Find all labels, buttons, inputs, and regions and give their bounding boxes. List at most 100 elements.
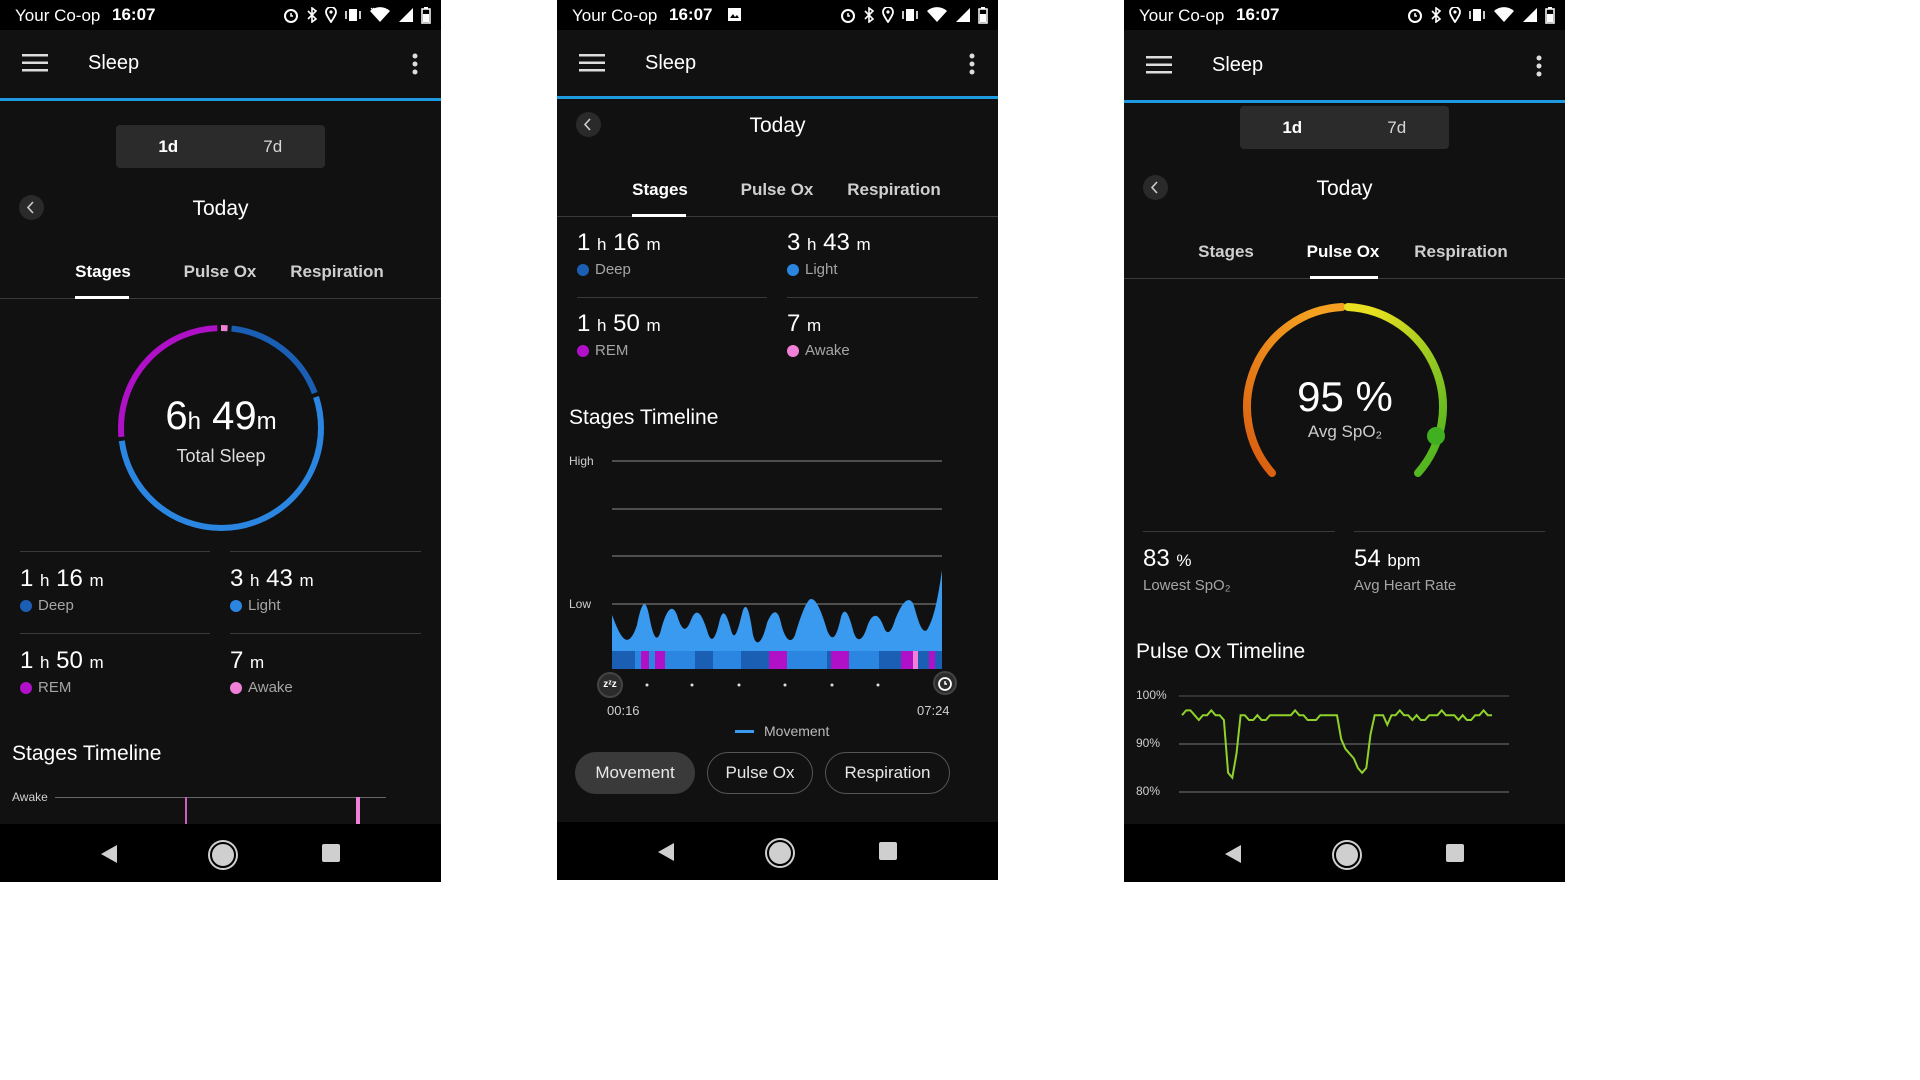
stat-light: 3 h 43 m Light <box>787 229 871 278</box>
heart-rate-unit: bpm <box>1387 551 1421 570</box>
timeline-tick <box>690 683 694 687</box>
timeline-start: 00:16 <box>607 703 640 718</box>
bluetooth-icon <box>307 7 318 23</box>
more-icon[interactable] <box>1535 54 1543 78</box>
light-minutes: 43 <box>266 565 293 592</box>
tab-respiration[interactable]: Respiration <box>839 180 949 200</box>
page-title: Sleep <box>1212 54 1264 76</box>
nav-recents-icon[interactable] <box>322 844 340 862</box>
stage-light-block <box>649 651 655 669</box>
vibrate-icon <box>345 9 361 21</box>
deep-hours: 1 <box>20 565 34 592</box>
nav-recents-icon[interactable] <box>1446 844 1464 862</box>
stat-rem: 1 h 50 m REM <box>577 310 661 359</box>
timeline-tick <box>876 683 880 687</box>
tab-respiration[interactable]: Respiration <box>282 262 392 282</box>
bluetooth-icon <box>864 7 875 23</box>
nav-back-icon[interactable] <box>1224 844 1242 864</box>
nav-recents-icon[interactable] <box>879 842 897 860</box>
stat-light: 3 h 43 m Light <box>230 565 314 614</box>
tab-pulse-ox[interactable]: Pulse Ox <box>722 180 832 200</box>
nav-back-icon[interactable] <box>657 842 675 862</box>
awake-marker <box>185 797 187 825</box>
vibrate-icon <box>1469 9 1485 21</box>
alarm-icon <box>284 9 298 23</box>
nav-home-icon[interactable] <box>1334 842 1360 868</box>
h-unit: h <box>40 653 50 672</box>
range-7d-button[interactable]: 7d <box>221 125 326 168</box>
stat-avg-heart-rate: 54 bpm Avg Heart Rate <box>1354 545 1456 594</box>
tab-indicator <box>75 296 129 299</box>
status-time: 16:07 <box>112 5 156 24</box>
m-unit: m <box>250 653 265 672</box>
wifi-icon <box>927 7 947 22</box>
bluetooth-icon <box>1431 7 1442 23</box>
tab-stages[interactable]: Stages <box>1171 242 1281 262</box>
location-icon <box>325 7 337 23</box>
system-nav-bar <box>1124 824 1565 882</box>
menu-icon[interactable] <box>579 53 605 73</box>
range-1d-button[interactable]: 1d <box>116 125 221 168</box>
chip-movement[interactable]: Movement <box>575 752 695 794</box>
awake-minutes: 7 <box>787 310 801 337</box>
chip-pulse-ox[interactable]: Pulse Ox <box>707 752 813 794</box>
day-label: Today <box>1316 177 1373 200</box>
range-7d-button[interactable]: 7d <box>1345 106 1450 149</box>
rem-minutes: 50 <box>613 310 640 337</box>
day-label: Today <box>749 114 806 137</box>
stage-rem-block <box>901 651 913 669</box>
heart-rate-number: 54 <box>1354 545 1381 572</box>
tab-bar: Stages Pulse Ox Respiration <box>0 250 441 299</box>
m-unit: m <box>807 316 822 335</box>
signal-icon <box>956 8 970 22</box>
m-unit: m <box>89 653 104 672</box>
nav-home-icon[interactable] <box>767 840 793 866</box>
app-bar: Sleep <box>557 30 998 99</box>
tab-indicator <box>1310 276 1378 279</box>
light-label: Light <box>248 597 281 614</box>
menu-icon[interactable] <box>22 53 48 73</box>
tab-stages[interactable]: Stages <box>605 180 715 200</box>
more-icon[interactable] <box>411 52 419 76</box>
m-unit: m <box>299 571 314 590</box>
range-1d-button[interactable]: 1d <box>1240 106 1345 149</box>
divider <box>1143 531 1335 532</box>
sleep-zzz-icon: zᶻz <box>597 672 623 698</box>
light-hours: 3 <box>230 565 244 592</box>
divider <box>1354 531 1545 532</box>
stat-awake: 7 m Awake <box>230 647 293 696</box>
awake-minutes: 7 <box>230 647 244 674</box>
nav-back-icon[interactable] <box>100 844 118 864</box>
light-dot <box>230 599 242 612</box>
heart-rate-label: Avg Heart Rate <box>1354 577 1457 594</box>
signal-icon <box>399 8 413 22</box>
deep-hours: 1 <box>577 229 591 256</box>
tab-pulse-ox[interactable]: Pulse Ox <box>165 262 275 282</box>
rem-hours: 1 <box>577 310 591 337</box>
stages-timeline-title: Stages Timeline <box>569 406 719 429</box>
deep-label: Deep <box>38 597 74 614</box>
battery-icon <box>1545 6 1555 24</box>
divider <box>577 297 767 298</box>
nav-home-icon[interactable] <box>210 842 236 868</box>
stage-light-block <box>849 651 879 669</box>
tab-pulse-ox[interactable]: Pulse Ox <box>1288 242 1398 262</box>
deep-label: Deep <box>595 261 631 278</box>
awake-dot <box>787 344 799 357</box>
h-unit: h <box>597 316 607 335</box>
minutes-unit: m <box>256 408 277 435</box>
avg-spo2-value: 95 % Avg SpO₂ <box>1232 372 1458 442</box>
location-icon <box>882 7 894 23</box>
chip-respiration[interactable]: Respiration <box>825 752 950 794</box>
stage-rem-block <box>929 651 935 669</box>
tab-respiration[interactable]: Respiration <box>1406 242 1516 262</box>
stat-awake: 7 m Awake <box>787 310 850 359</box>
tab-stages[interactable]: Stages <box>48 262 158 282</box>
avg-spo2-number: 95 <box>1297 373 1344 420</box>
more-icon[interactable] <box>968 52 976 76</box>
menu-icon[interactable] <box>1146 55 1172 75</box>
carrier-name: Your Co-op <box>15 6 101 25</box>
app-bar: Sleep <box>1124 32 1565 103</box>
legend-swatch <box>735 729 754 733</box>
divider <box>787 297 978 298</box>
